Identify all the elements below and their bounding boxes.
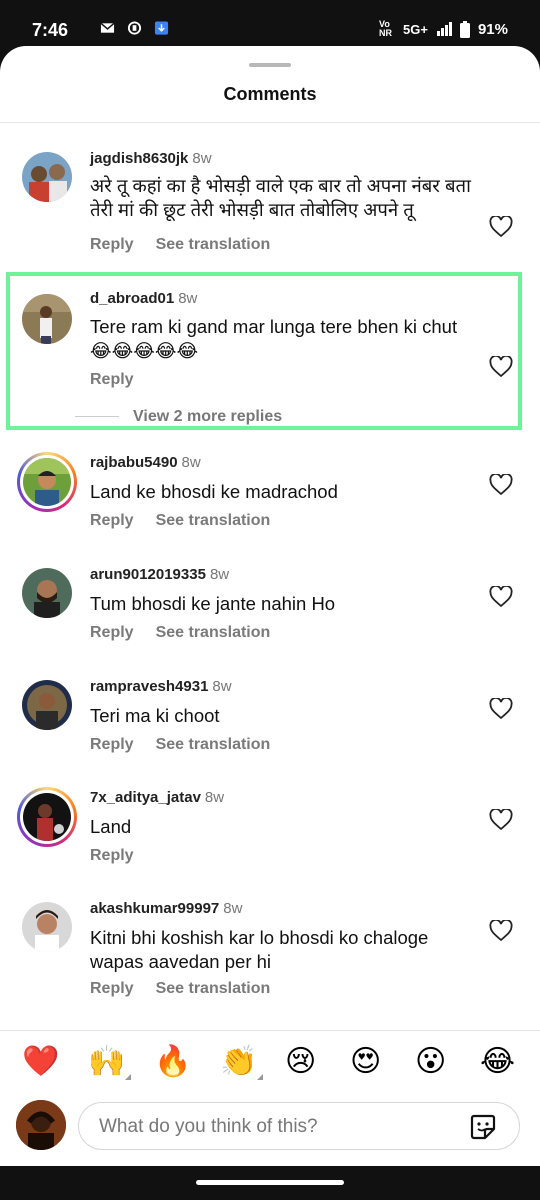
comment-username[interactable]: jagdish8630jk	[90, 150, 188, 167]
reply-button[interactable]: Reply	[90, 980, 134, 997]
like-heart-icon[interactable]	[489, 809, 513, 831]
like-heart-icon[interactable]	[489, 216, 513, 238]
comment-username[interactable]: d_abroad01	[90, 290, 174, 307]
comment-time: 8w	[223, 900, 243, 917]
avatar[interactable]	[17, 452, 77, 512]
reaction-heart-eyes[interactable]: 😍	[350, 1042, 381, 1082]
avatar[interactable]	[22, 680, 72, 730]
comment-username[interactable]: rajbabu5490	[90, 454, 178, 471]
view-more-replies[interactable]: View 2 more replies	[75, 408, 282, 426]
comment-time: 8w	[192, 150, 212, 167]
reaction-raising-hands[interactable]: 🙌	[88, 1042, 132, 1082]
reply-button[interactable]: Reply	[90, 736, 134, 753]
quick-reactions-bar: ❤️ 🙌 🔥 👏 😢 😍 😮 😂	[0, 1042, 540, 1086]
avatar[interactable]	[22, 902, 72, 952]
comments-sheet: Comments jagdish8630jk 8w अरे तू कहां का …	[0, 46, 540, 1166]
comment-input[interactable]	[97, 1111, 441, 1143]
comment-text: Kitni bhi koshish kar lo bhosdi ko chalo…	[90, 927, 429, 972]
comment-username[interactable]: akashkumar99997	[90, 900, 219, 917]
divider	[0, 1030, 540, 1031]
comment-text: अरे तू कहां का है भोसड़ी वाले एक बार तो …	[90, 175, 471, 220]
status-time: 7:46	[32, 20, 69, 40]
reaction-crying[interactable]: 😢	[285, 1042, 316, 1082]
reaction-laughing[interactable]: 😂	[480, 1042, 515, 1082]
mail-icon	[100, 22, 115, 33]
comment-text: Tum bhosdi ke jante nahin Ho	[90, 593, 336, 614]
battery-icon	[459, 20, 470, 38]
see-translation-button[interactable]: See translation	[156, 624, 271, 641]
app-notification-icon	[127, 21, 142, 35]
like-heart-icon[interactable]	[489, 698, 513, 720]
network-label: 5G+	[403, 21, 428, 37]
see-translation-button[interactable]: See translation	[156, 980, 271, 997]
like-heart-icon[interactable]	[489, 474, 513, 496]
comment-text: Tere ram ki gand mar lunga tere bhen ki …	[90, 316, 458, 361]
comment-text: Teri ma ki choot	[90, 705, 220, 726]
comment-username[interactable]: 7x_aditya_jatav	[90, 789, 201, 806]
see-translation-button[interactable]: See translation	[156, 512, 271, 529]
comment-time: 8w	[181, 454, 201, 471]
reply-button[interactable]: Reply	[90, 624, 134, 641]
comment-composer	[0, 1096, 540, 1156]
signal-icon	[436, 22, 452, 36]
reply-button[interactable]: Reply	[90, 236, 134, 253]
comment-text: Land	[90, 816, 132, 837]
comment-text: Land ke bhosdi ke madrachod	[90, 481, 338, 502]
vonr-label: Vo NR	[379, 19, 393, 38]
drag-handle[interactable]	[249, 63, 291, 67]
like-heart-icon[interactable]	[489, 586, 513, 608]
reply-button[interactable]: Reply	[90, 371, 134, 388]
comment-username[interactable]: rampravesh4931	[90, 678, 208, 695]
comment-input-box[interactable]	[78, 1102, 520, 1150]
replies-line	[75, 416, 119, 418]
comment-time: 8w	[209, 566, 230, 583]
reply-button[interactable]: Reply	[90, 512, 134, 529]
sheet-title: Comments	[223, 84, 317, 104]
avatar[interactable]	[22, 568, 72, 618]
comment-time: 8w	[212, 678, 232, 695]
avatar[interactable]	[22, 294, 72, 344]
see-translation-button[interactable]: See translation	[156, 236, 271, 253]
download-app-icon	[154, 21, 169, 35]
view-replies-label: View 2 more replies	[133, 408, 283, 425]
comment-time: 8w	[178, 290, 198, 307]
system-nav-bar	[0, 1166, 540, 1200]
avatar[interactable]	[17, 787, 77, 847]
battery-percent: 91%	[477, 20, 508, 38]
reply-button[interactable]: Reply	[90, 847, 134, 864]
my-avatar[interactable]	[16, 1100, 66, 1150]
reaction-fire[interactable]: 🔥	[154, 1042, 191, 1082]
avatar[interactable]	[22, 152, 72, 202]
home-gesture-bar[interactable]	[196, 1180, 344, 1185]
see-translation-button[interactable]: See translation	[156, 736, 271, 753]
like-heart-icon[interactable]	[489, 920, 513, 942]
sticker-icon[interactable]	[469, 1113, 497, 1141]
reaction-clap[interactable]: 👏	[220, 1042, 264, 1082]
comment-time: 8w	[204, 789, 225, 806]
like-heart-icon[interactable]	[489, 356, 513, 378]
divider	[0, 122, 540, 123]
reaction-heart[interactable]: ❤️	[22, 1042, 59, 1082]
comment-username[interactable]: arun9012019335	[90, 566, 206, 583]
reaction-surprised[interactable]: 😮	[415, 1042, 446, 1082]
